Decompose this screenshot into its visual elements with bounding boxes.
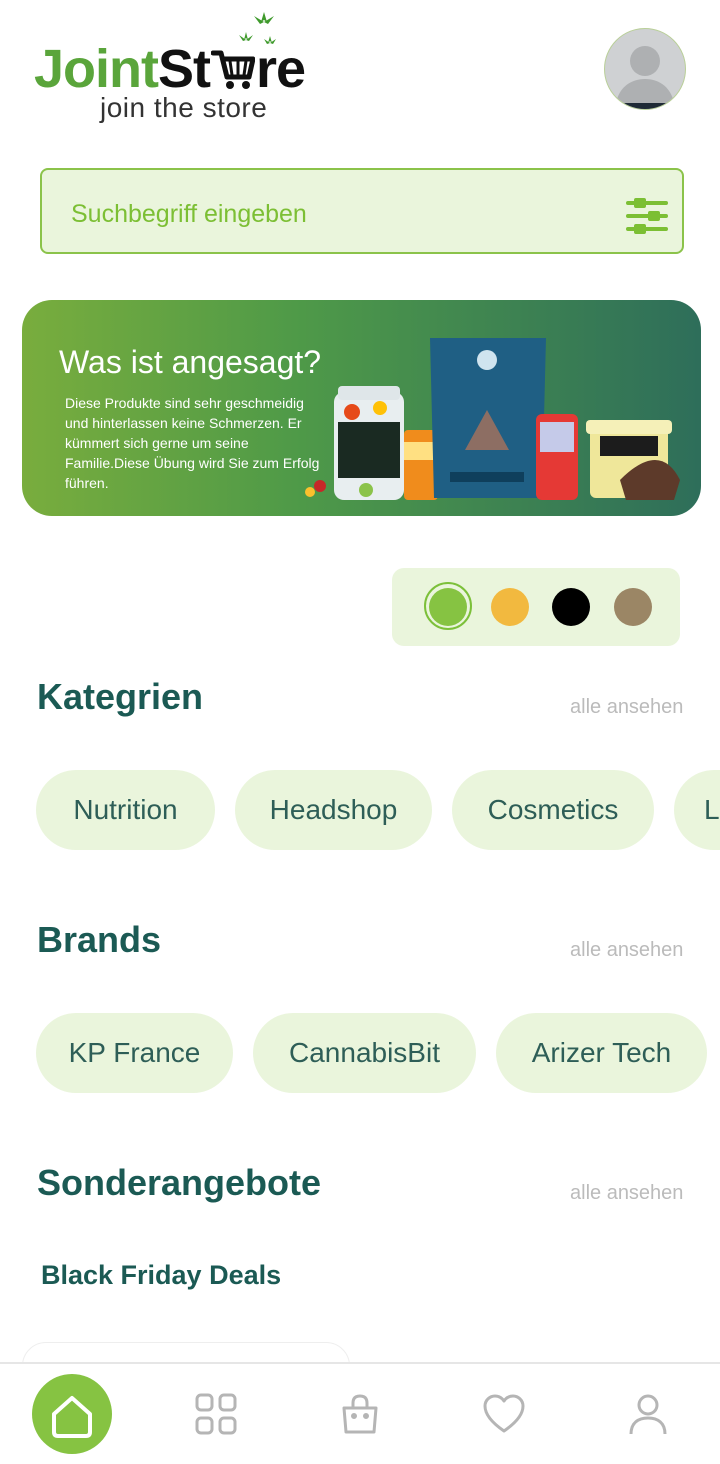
logo-word-suffix: re — [256, 39, 306, 99]
category-chip-partial[interactable]: L — [674, 770, 720, 850]
brands-see-all-link[interactable]: alle ansehen — [570, 939, 683, 962]
app-logo: JointSt re join the store — [34, 10, 344, 130]
bears — [305, 480, 326, 497]
category-chip-cosmetics[interactable]: Cosmetics — [452, 770, 654, 850]
nav-home-button[interactable] — [32, 1374, 112, 1454]
categories-title: Kategrien — [37, 676, 204, 717]
color-dot[interactable] — [491, 588, 529, 626]
category-chip-partial-label: L — [704, 794, 720, 825]
category-chip-nutrition[interactable]: Nutrition — [36, 770, 215, 850]
cookies-bag — [430, 338, 546, 498]
brands-title: Brands — [37, 919, 162, 960]
profile-avatar[interactable] — [604, 28, 686, 110]
color-dot[interactable] — [614, 588, 652, 626]
offers-see-all-link[interactable]: alle ansehen — [570, 1182, 683, 1205]
heart-icon[interactable] — [482, 1392, 526, 1436]
avatar-silhouette-icon — [615, 46, 675, 109]
gummies-jar — [334, 386, 404, 500]
logo-wordmark: JointSt re — [34, 39, 306, 99]
banner-products-image — [305, 338, 680, 500]
search-placeholder: Suchbegriff eingeben — [71, 200, 307, 228]
offers-title: Sonderangebote — [37, 1162, 322, 1203]
banner-title: Was ist angesagt? — [59, 344, 322, 380]
search-input[interactable]: Suchbegriff eingeben — [40, 168, 684, 254]
categories-see-all-link[interactable]: alle ansehen — [570, 696, 683, 719]
banner-text: Diese Produkte sind sehr geschmeidig und… — [65, 395, 320, 491]
brand-chip-arizer-tech[interactable]: Arizer Tech — [496, 1013, 707, 1093]
brand-chip-cannabisbit[interactable]: CannabisBit — [253, 1013, 476, 1093]
bag-icon[interactable] — [338, 1392, 382, 1436]
user-icon[interactable] — [626, 1392, 670, 1436]
cart-icon — [210, 50, 256, 89]
logo-word-secondary: St — [158, 39, 211, 99]
color-dot[interactable] — [429, 588, 467, 626]
brand-chip-kp-france[interactable]: KP France — [36, 1013, 233, 1093]
color-dot[interactable] — [552, 588, 590, 626]
category-chip-headshop[interactable]: Headshop — [235, 770, 432, 850]
logo-word-primary: Joint — [34, 39, 159, 99]
promo-banner[interactable]: Was ist angesagt? Diese Produkte sind se… — [22, 300, 701, 516]
bottom-navigation — [0, 1362, 720, 1464]
sliders-icon[interactable] — [626, 197, 668, 235]
logo-tagline: join the store — [100, 92, 268, 123]
drink-can — [536, 414, 578, 500]
offers-subheading: Black Friday Deals — [41, 1260, 282, 1290]
color-selector — [392, 568, 680, 646]
home-icon — [52, 1396, 92, 1438]
grid-icon[interactable] — [194, 1392, 238, 1436]
